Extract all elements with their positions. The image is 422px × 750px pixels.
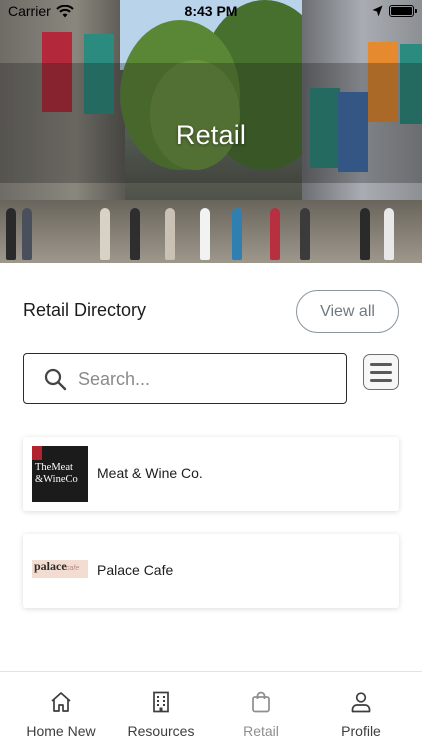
tab-label: Profile xyxy=(341,723,381,739)
store-logo: palace cafe xyxy=(32,543,88,599)
hero-photo-person xyxy=(384,208,394,260)
hero-photo-person xyxy=(130,208,140,260)
hero-photo-person xyxy=(165,208,175,260)
store-name: Meat & Wine Co. xyxy=(97,465,203,481)
menu-icon-bar xyxy=(370,363,392,366)
hero-photo-person xyxy=(270,208,280,260)
view-all-button[interactable]: View all xyxy=(296,290,399,333)
location-arrow-icon xyxy=(372,5,383,17)
page-title: Retail xyxy=(175,120,247,150)
store-name: Palace Cafe xyxy=(97,562,174,578)
hero-photo-person xyxy=(22,208,32,260)
status-time: 8:43 PM xyxy=(184,3,238,19)
hero-photo-person xyxy=(360,208,370,260)
list-item[interactable]: TheMeat &WineCo Meat & Wine Co. xyxy=(23,437,399,511)
tab-label: Home New xyxy=(26,723,96,739)
battery-icon xyxy=(389,5,417,17)
shopping-bag-icon xyxy=(252,691,270,713)
menu-icon-bar xyxy=(370,379,392,382)
building-icon xyxy=(153,691,169,713)
logo-text: palace xyxy=(34,559,67,573)
logo-stripe xyxy=(32,446,42,460)
tab-retail[interactable]: Retail xyxy=(211,672,311,750)
hero-photo-person xyxy=(100,208,110,260)
hero-photo-person xyxy=(232,208,242,260)
list-item[interactable]: palace cafe Palace Cafe xyxy=(23,534,399,608)
logo-text-line: &WineCo xyxy=(35,474,78,485)
tab-label: Retail xyxy=(243,723,279,739)
home-icon xyxy=(51,692,71,712)
hero-photo-person xyxy=(300,208,310,260)
search-input[interactable] xyxy=(78,362,336,396)
menu-icon-bar xyxy=(370,371,392,374)
tab-home[interactable]: Home New xyxy=(11,672,111,750)
store-logo: TheMeat &WineCo xyxy=(32,446,88,502)
hero-photo-person xyxy=(6,208,16,260)
tab-label: Resources xyxy=(127,723,195,739)
search-icon xyxy=(44,368,67,391)
tab-profile[interactable]: Profile xyxy=(311,672,411,750)
tab-resources[interactable]: Resources xyxy=(111,672,211,750)
hero-photo-person xyxy=(200,208,210,260)
status-bar: Carrier 8:43 PM xyxy=(0,0,422,24)
person-icon xyxy=(351,692,371,713)
tab-bar: Home New Resources Retail Profile xyxy=(0,671,422,750)
hero-photo-street xyxy=(0,200,422,263)
search-box[interactable] xyxy=(23,353,347,404)
logo-text-line: TheMeat xyxy=(35,462,73,473)
logo-subtext: cafe xyxy=(66,565,80,572)
filter-menu-button[interactable] xyxy=(363,354,399,390)
section-title: Retail Directory xyxy=(23,300,147,320)
